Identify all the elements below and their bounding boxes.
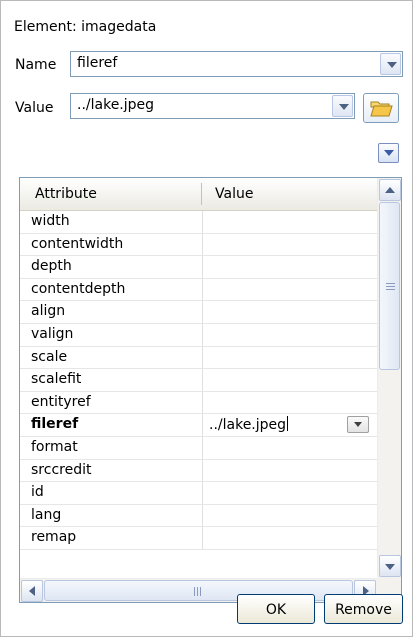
remove-button[interactable]: Remove [324, 594, 403, 624]
attribute-name: valign [31, 325, 74, 342]
attribute-name: contentdepth [31, 280, 126, 297]
table-row[interactable]: scale [20, 346, 377, 370]
browse-button[interactable] [363, 93, 399, 123]
value-label: Value [15, 100, 54, 116]
attribute-name: remap [31, 529, 77, 546]
attribute-name: format [31, 438, 78, 455]
chevron-down-icon[interactable] [380, 53, 401, 75]
scroll-left-icon[interactable] [21, 580, 43, 602]
table-row[interactable]: align [20, 301, 377, 324]
attribute-name: srccredit [31, 461, 92, 478]
value-combo-value: ../lake.jpeg [77, 97, 155, 113]
table-row[interactable]: remap [20, 527, 377, 550]
attribute-name: align [31, 303, 66, 320]
attribute-name: depth [31, 258, 72, 275]
column-header-attribute[interactable]: Attribute [35, 186, 97, 202]
attribute-name: fileref [31, 416, 79, 433]
table-row[interactable]: valign [20, 323, 377, 347]
attribute-name: width [31, 213, 70, 229]
name-combo-value: fileref [77, 55, 118, 71]
name-label: Name [15, 57, 57, 73]
table-header: Attribute Value [20, 178, 377, 211]
table-row[interactable]: contentdepth [20, 278, 377, 302]
table-row[interactable]: entityref [20, 391, 377, 415]
table-row[interactable]: contentwidth [20, 233, 377, 257]
chevron-down-icon[interactable] [347, 416, 369, 434]
name-combo[interactable]: fileref [70, 51, 403, 77]
scroll-up-icon[interactable] [379, 179, 401, 201]
attribute-value-editor[interactable]: ../lake.jpeg [209, 416, 289, 433]
attribute-name: contentwidth [31, 235, 124, 252]
table-row[interactable]: width [20, 211, 377, 234]
table-row-selected[interactable]: fileref ../lake.jpeg [20, 414, 377, 437]
chevron-down-icon[interactable] [332, 95, 353, 117]
ok-button[interactable]: OK [237, 594, 315, 624]
attribute-name: id [31, 484, 44, 501]
attribute-editor-panel: Element: imagedata Name fileref Value ..… [0, 0, 413, 637]
table-row[interactable]: lang [20, 504, 377, 528]
attribute-name: lang [31, 506, 62, 523]
element-label: Element: imagedata [14, 19, 157, 35]
table-row[interactable]: srccredit [20, 459, 377, 483]
vertical-scrollbar[interactable] [377, 178, 401, 578]
vertical-scroll-thumb[interactable] [379, 202, 400, 370]
table-row[interactable]: id [20, 482, 377, 505]
scroll-down-icon[interactable] [379, 555, 401, 577]
table-row[interactable]: scalefit [20, 369, 377, 392]
text-caret [287, 416, 289, 432]
value-combo[interactable]: ../lake.jpeg [70, 93, 355, 119]
attributes-table: Attribute Value width contentwidth depth… [19, 177, 402, 603]
column-divider[interactable] [201, 183, 202, 205]
table-row[interactable]: depth [20, 256, 377, 279]
attribute-name: scalefit [31, 371, 82, 388]
table-body: width contentwidth depth contentdepth al… [20, 211, 377, 550]
attribute-name: scale [31, 348, 68, 365]
collapse-icon[interactable] [378, 143, 399, 163]
attribute-name: entityref [31, 393, 91, 410]
column-header-value[interactable]: Value [215, 186, 253, 202]
folder-icon [370, 101, 393, 117]
table-row[interactable]: format [20, 436, 377, 460]
